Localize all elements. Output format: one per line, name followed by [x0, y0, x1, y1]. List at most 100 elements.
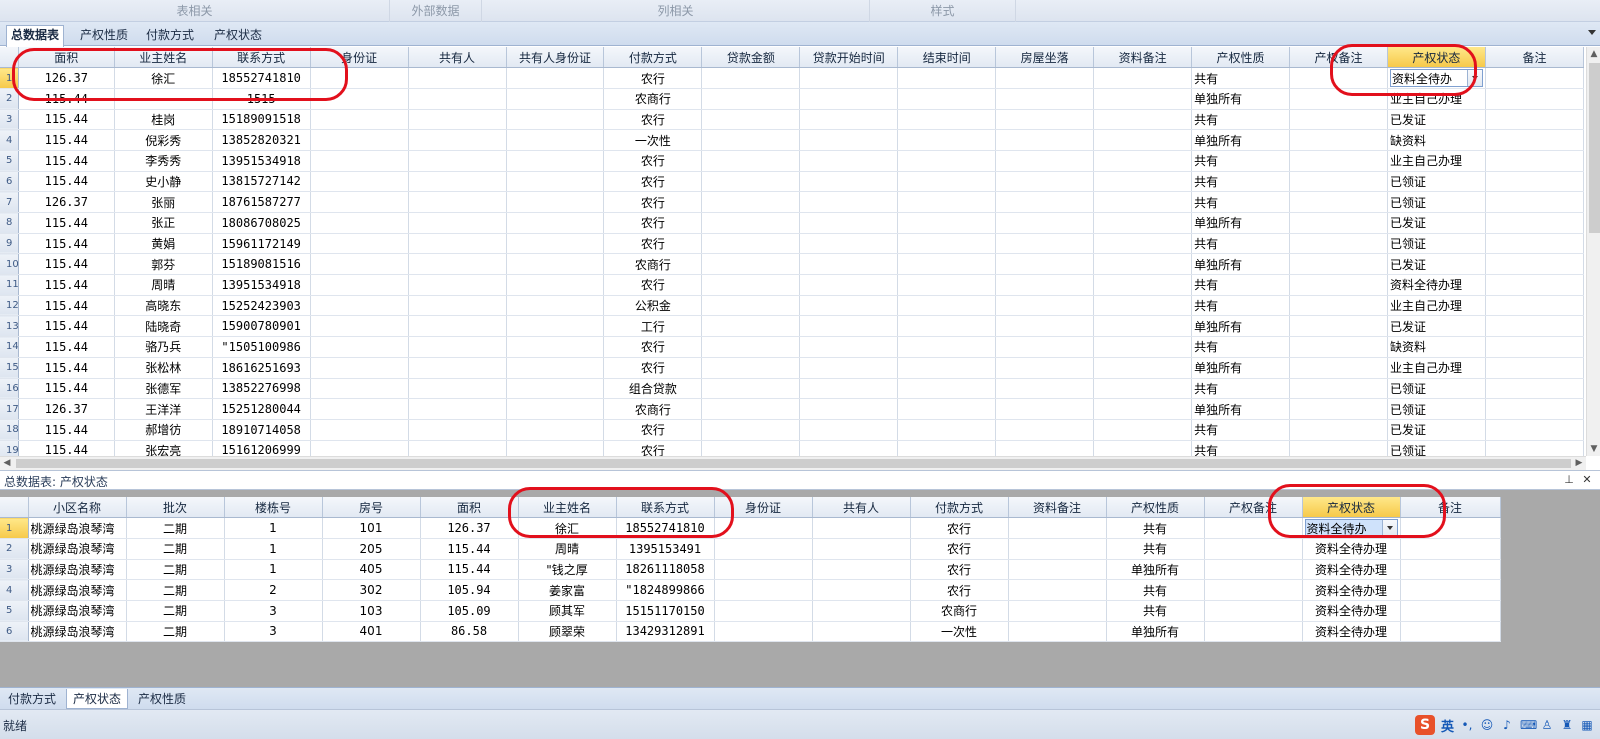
table-cell[interactable]: 工行 — [603, 315, 703, 338]
table-cell[interactable]: 126.37 — [18, 67, 115, 89]
table-cell[interactable] — [812, 538, 911, 560]
table-cell[interactable] — [701, 233, 801, 255]
table-cell[interactable] — [995, 315, 1095, 338]
table-cell[interactable]: 205 — [322, 538, 421, 560]
column-header[interactable]: 产权备注 — [1204, 497, 1303, 519]
table-cell[interactable] — [1093, 357, 1193, 379]
column-header[interactable]: 资料备注 — [1093, 47, 1193, 69]
column-header[interactable]: 面积 — [420, 497, 519, 519]
punctuation-icon[interactable]: •, — [1460, 718, 1474, 732]
column-header[interactable]: 产权状态 — [1302, 497, 1401, 519]
table-cell[interactable]: 缺资料 — [1387, 336, 1486, 358]
table-cell[interactable] — [1008, 621, 1107, 643]
table-cell[interactable]: 105.09 — [420, 600, 519, 622]
table-cell[interactable] — [310, 150, 409, 172]
table-cell[interactable]: 18261118058 — [616, 559, 715, 581]
table-cell[interactable] — [1289, 336, 1388, 358]
table-cell[interactable] — [1204, 517, 1303, 539]
table-cell[interactable]: 组合贷款 — [603, 378, 703, 400]
table-cell[interactable] — [310, 171, 409, 193]
table-cell[interactable] — [897, 315, 997, 338]
table-cell[interactable] — [506, 129, 605, 151]
table-cell[interactable]: 资料全待办 — [1302, 517, 1401, 539]
table-cell[interactable] — [1485, 109, 1585, 131]
table-cell[interactable]: 18616251693 — [212, 357, 311, 379]
table-cell[interactable] — [1485, 191, 1585, 213]
table-cell[interactable] — [1289, 357, 1388, 379]
table-cell[interactable]: 3 — [224, 600, 323, 622]
column-header[interactable]: 业主姓名 — [518, 497, 617, 519]
table-cell[interactable] — [408, 171, 507, 193]
property-status-dropdown[interactable]: 资料全待办 — [1304, 519, 1398, 538]
table-cell[interactable] — [1093, 274, 1193, 296]
table-cell[interactable] — [506, 378, 605, 400]
table-cell[interactable] — [701, 295, 801, 317]
table-cell[interactable] — [1093, 109, 1193, 131]
table-cell[interactable]: 115.44 — [18, 295, 115, 317]
table-cell[interactable] — [1093, 212, 1193, 234]
table-cell[interactable] — [310, 378, 409, 400]
table-cell[interactable] — [1204, 538, 1303, 560]
table-cell[interactable] — [897, 295, 997, 317]
table-cell[interactable] — [701, 67, 801, 89]
table-cell[interactable] — [1093, 336, 1193, 358]
table-cell[interactable]: 单独所有 — [1191, 212, 1291, 234]
table-cell[interactable] — [1093, 67, 1193, 89]
table-cell[interactable]: 105.94 — [420, 579, 519, 601]
table-cell[interactable] — [995, 191, 1095, 213]
column-header[interactable]: 产权状态 — [1387, 47, 1486, 69]
table-cell[interactable] — [701, 357, 801, 379]
table-cell[interactable]: 18086708025 — [212, 212, 311, 234]
table-cell[interactable]: 共有 — [1191, 233, 1291, 255]
table-cell[interactable]: 15900780901 — [212, 315, 311, 338]
table-cell[interactable] — [701, 171, 801, 193]
table-row[interactable]: 17 126.37 王洋洋 15251280044 农商行 单独所有 已领证 — [0, 398, 1585, 420]
table-cell[interactable]: 资料全待办 — [1387, 67, 1486, 89]
table-cell[interactable] — [506, 419, 605, 441]
table-row[interactable]: 5 115.44 李秀秀 13951534918 农行 共有 业主自己办理 — [0, 150, 1585, 172]
table-cell[interactable] — [714, 579, 813, 601]
table-cell[interactable]: 101 — [322, 517, 421, 539]
table-cell[interactable] — [310, 67, 409, 89]
table-cell[interactable] — [310, 315, 409, 338]
table-cell[interactable]: 15251280044 — [212, 398, 311, 420]
column-header[interactable]: 共有人 — [812, 497, 911, 519]
table-cell[interactable]: 黄娟 — [114, 233, 213, 255]
table-cell[interactable]: 姜家富 — [518, 579, 617, 601]
form-tab-payment-method[interactable]: 付款方式 — [2, 689, 62, 709]
table-cell[interactable] — [506, 253, 605, 276]
table-cell[interactable]: 顾翠荣 — [518, 621, 617, 643]
table-cell[interactable]: 115.44 — [18, 150, 115, 172]
table-cell[interactable]: 共有 — [1191, 295, 1291, 317]
table-cell[interactable]: 已发证 — [1387, 253, 1486, 276]
row-number[interactable]: 1 — [0, 67, 19, 89]
table-cell[interactable] — [1093, 398, 1193, 420]
table-cell[interactable]: 115.44 — [18, 109, 115, 131]
table-cell[interactable] — [897, 109, 997, 131]
tab-property-nature[interactable]: 产权性质 — [76, 26, 132, 46]
table-cell[interactable] — [897, 67, 997, 89]
table-cell[interactable]: 公积金 — [603, 295, 703, 317]
column-header[interactable]: 付款方式 — [603, 47, 703, 69]
skin-shirt-icon[interactable]: ♜ — [1560, 718, 1574, 732]
table-cell[interactable] — [1093, 88, 1193, 110]
table-cell[interactable] — [408, 109, 507, 131]
table-cell[interactable]: 农行 — [603, 274, 703, 296]
column-header[interactable]: 身份证 — [310, 47, 409, 69]
table-cell[interactable] — [1289, 378, 1388, 400]
row-number[interactable]: 9 — [0, 233, 19, 255]
table-cell[interactable] — [1289, 315, 1388, 338]
table-cell[interactable]: 桃源绿岛浪琴湾 — [28, 517, 127, 539]
table-cell[interactable]: 共有 — [1191, 419, 1291, 441]
scroll-down-arrow-icon[interactable]: ▼ — [1587, 444, 1600, 454]
table-cell[interactable] — [1400, 621, 1501, 643]
property-status-dropdown[interactable]: 资料全待办 — [1389, 69, 1483, 88]
table-cell[interactable] — [408, 378, 507, 400]
column-header[interactable]: 房号 — [322, 497, 421, 519]
table-cell[interactable] — [1400, 517, 1501, 539]
table-cell[interactable] — [114, 88, 213, 110]
table-cell[interactable] — [1485, 171, 1585, 193]
table-cell[interactable]: 13815727142 — [212, 171, 311, 193]
table-cell[interactable] — [408, 88, 507, 110]
user-icon[interactable]: ♙ — [1540, 718, 1554, 732]
